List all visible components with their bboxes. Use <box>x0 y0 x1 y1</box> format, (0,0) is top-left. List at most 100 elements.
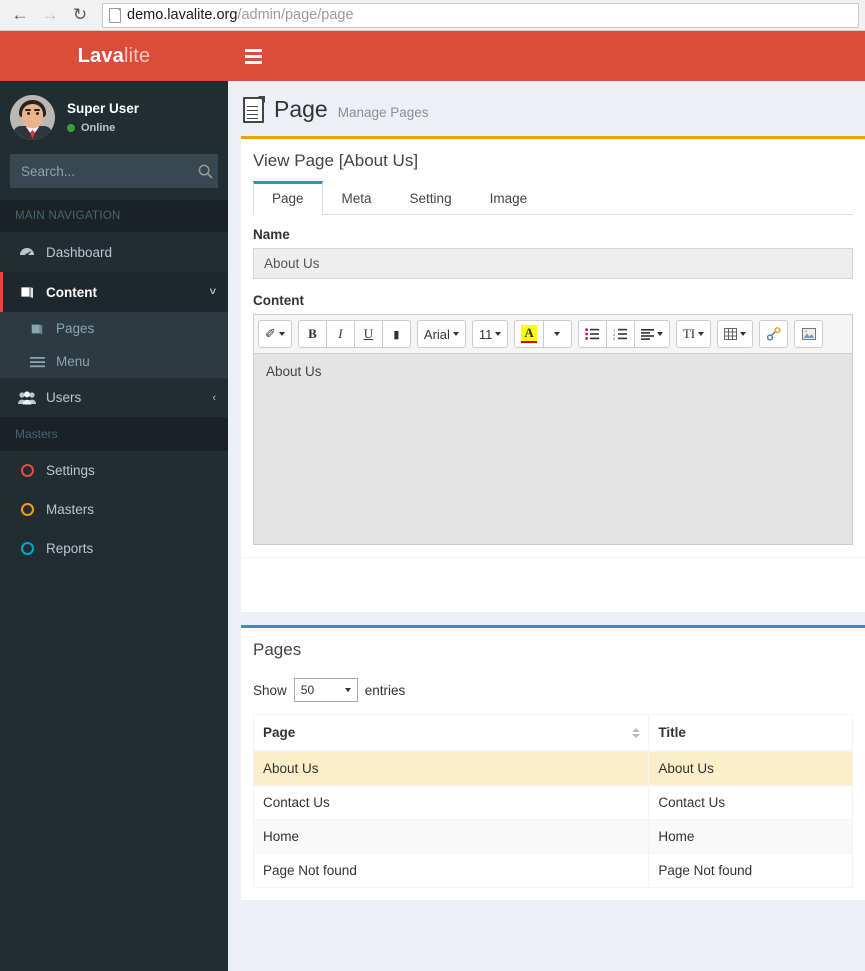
sidebar-item-dashboard[interactable]: Dashboard <box>0 232 228 272</box>
table-row[interactable]: Home Home <box>254 820 853 854</box>
sort-icon <box>632 728 640 738</box>
link-button[interactable] <box>759 320 788 348</box>
sidebar-subitem-menu[interactable]: Menu <box>0 345 228 378</box>
editor-content-area[interactable]: About Us <box>254 354 852 544</box>
table-row[interactable]: Contact Us Contact Us <box>254 786 853 820</box>
tab-setting[interactable]: Setting <box>391 181 471 215</box>
cell-page: Contact Us <box>254 786 649 820</box>
table-icon <box>724 328 737 340</box>
nav-header: MAIN NAVIGATION <box>0 200 228 232</box>
page-length-select[interactable]: 50 <box>294 678 358 702</box>
user-status-label: Online <box>81 122 115 134</box>
sidebar-subitem-label: Pages <box>56 321 94 336</box>
page-title: Page <box>274 96 328 123</box>
avatar <box>10 95 55 140</box>
address-bar[interactable]: demo.lavalite.org/admin/page/page <box>102 3 859 28</box>
circle-icon <box>18 503 36 516</box>
table-row[interactable]: About Us About Us <box>254 751 853 786</box>
sidebar-subitem-label: Menu <box>56 354 90 369</box>
forward-button[interactable]: → <box>36 2 64 28</box>
table-row[interactable]: Page Not found Page Not found <box>254 854 853 888</box>
name-label: Name <box>253 227 853 242</box>
main-content: Page Manage Pages View Page [About Us] P… <box>228 31 865 971</box>
link-icon <box>767 327 781 341</box>
picture-button[interactable] <box>794 320 823 348</box>
sidebar-masters-nav: Settings Masters Reports <box>0 451 228 568</box>
tab-page[interactable]: Page <box>253 181 323 215</box>
view-page-box-body: Page Meta Setting Image Name Content ✐ <box>241 181 865 557</box>
sidebar-item-reports[interactable]: Reports <box>0 529 228 568</box>
style-magic-dropdown[interactable]: ✐ <box>258 320 292 348</box>
cell-title: Home <box>649 820 853 854</box>
top-navbar <box>228 31 865 81</box>
reload-icon: ↻ <box>73 5 87 25</box>
content-label: Content <box>253 293 853 308</box>
sidebar-item-settings[interactable]: Settings <box>0 451 228 490</box>
bold-button[interactable]: B <box>298 320 327 348</box>
tab-image[interactable]: Image <box>471 181 547 215</box>
table-header-row: Page Title <box>254 715 853 752</box>
sidebar-item-masters[interactable]: Masters <box>0 490 228 529</box>
datatable-length-control: Show 50 entries <box>253 670 853 714</box>
search-button[interactable] <box>198 157 213 185</box>
font-family-dropdown[interactable]: Arial <box>417 320 466 348</box>
name-field[interactable] <box>253 248 853 279</box>
sidebar-item-label: Masters <box>46 502 216 517</box>
dashboard-icon <box>18 244 36 260</box>
page-length-value: 50 <box>301 683 327 697</box>
column-header-title[interactable]: Title <box>649 715 853 752</box>
column-header-page[interactable]: Page <box>254 715 649 752</box>
font-family-value: Arial <box>424 327 450 342</box>
user-name: Super User <box>67 101 139 116</box>
sidebar-subitem-pages[interactable]: Pages <box>0 312 228 345</box>
users-icon <box>18 391 36 405</box>
sidebar-item-users[interactable]: Users ‹ <box>0 378 228 417</box>
back-button[interactable]: ← <box>6 2 34 28</box>
app-shell: Lavalite Super User Online <box>0 31 865 971</box>
ordered-list-button[interactable]: 1 2 3 <box>606 320 635 348</box>
font-color-button[interactable]: A <box>514 320 543 348</box>
italic-button[interactable]: I <box>326 320 355 348</box>
circle-icon <box>18 542 36 555</box>
user-status: Online <box>67 122 139 134</box>
editor-toolbar: ✐ B I U ▮ Aria <box>254 315 852 354</box>
chevron-left-icon: ‹ <box>212 392 216 404</box>
sidebar-toggle-button[interactable] <box>228 31 278 81</box>
arrow-left-icon: ← <box>12 5 29 25</box>
view-page-title: View Page [About Us] <box>253 151 853 171</box>
brand-logo[interactable]: Lavalite <box>0 31 228 81</box>
reload-button[interactable]: ↻ <box>66 2 94 28</box>
circle-icon <box>18 464 36 477</box>
page-subtitle: Manage Pages <box>338 105 429 120</box>
sidebar-item-content[interactable]: Content ˅ <box>0 272 228 312</box>
tab-meta[interactable]: Meta <box>323 181 391 215</box>
search-icon <box>198 164 213 179</box>
line-height-dropdown[interactable]: TI <box>676 320 711 348</box>
search-input[interactable] <box>21 164 198 179</box>
table-dropdown[interactable] <box>717 320 753 348</box>
pages-table: Page Title About Us About Us Contact U <box>253 714 853 888</box>
logo-bold: Lava <box>78 45 124 68</box>
font-color-dropdown[interactable] <box>543 320 572 348</box>
pages-box-title: Pages <box>253 640 853 660</box>
unordered-list-button[interactable] <box>578 320 607 348</box>
page-tabs: Page Meta Setting Image <box>253 181 853 215</box>
cell-title: About Us <box>649 751 853 786</box>
entries-label: entries <box>365 683 406 698</box>
hamburger-icon <box>245 49 262 52</box>
clear-format-button[interactable]: ▮ <box>382 320 411 348</box>
font-size-dropdown[interactable]: 11 <box>472 320 509 348</box>
view-page-box-header: View Page [About Us] <box>241 139 865 181</box>
sidebar-item-label: Reports <box>46 541 216 556</box>
content-submenu: Pages Menu <box>0 312 228 378</box>
unordered-list-icon <box>585 328 599 340</box>
sidebar-item-label: Settings <box>46 463 216 478</box>
ordered-list-icon: 1 2 3 <box>613 328 627 340</box>
user-panel[interactable]: Super User Online <box>0 81 228 154</box>
pages-box-header: Pages <box>241 628 865 670</box>
url-path: /admin/page/page <box>237 7 353 23</box>
pages-table-head: Page Title <box>254 715 853 752</box>
underline-button[interactable]: U <box>354 320 383 348</box>
page-header: Page Manage Pages <box>228 81 865 123</box>
paragraph-align-dropdown[interactable] <box>634 320 670 348</box>
